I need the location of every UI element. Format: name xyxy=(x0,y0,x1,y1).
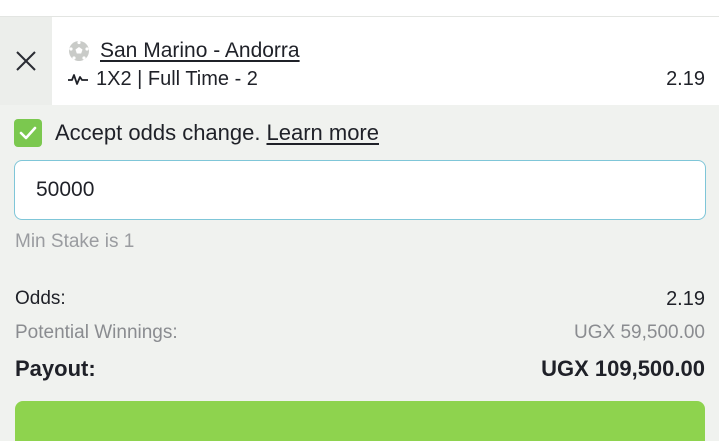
summary-winnings-label: Potential Winnings: xyxy=(15,322,178,343)
summary-payout-label: Payout: xyxy=(15,356,96,381)
match-line: San Marino - Andorra xyxy=(68,37,300,65)
betslip-top-strip xyxy=(0,0,719,17)
summary-winnings-row: Potential Winnings: UGX 59,500.00 xyxy=(15,320,705,346)
summary-odds-label: Odds: xyxy=(15,288,66,309)
close-icon xyxy=(16,51,36,71)
market-name: 1X2 | Full Time - 2 xyxy=(96,67,258,90)
football-icon xyxy=(69,40,89,61)
summary-odds-value: 2.19 xyxy=(666,287,705,310)
market-line: 1X2 | Full Time - 2 xyxy=(68,65,258,93)
remove-selection-button[interactable] xyxy=(0,17,52,105)
stake-input[interactable] xyxy=(14,160,706,220)
summary-payout-value: UGX 109,500.00 xyxy=(541,356,705,381)
selection-info: San Marino - Andorra 1X2 | Full Time - 2… xyxy=(52,17,719,105)
learn-more-link[interactable]: Learn more xyxy=(266,120,379,146)
min-stake-hint: Min Stake is 1 xyxy=(15,231,135,252)
match-name-link[interactable]: San Marino - Andorra xyxy=(100,39,300,63)
accept-odds-row: Accept odds change. Learn more xyxy=(14,118,379,148)
summary-payout-row: Payout: UGX 109,500.00 xyxy=(15,355,705,383)
selection-odds: 2.19 xyxy=(666,68,705,90)
accept-odds-checkbox[interactable] xyxy=(14,119,42,147)
bet-selection: San Marino - Andorra 1X2 | Full Time - 2… xyxy=(0,17,719,105)
place-bet-button[interactable] xyxy=(15,401,705,441)
summary-odds-row: Odds: 2.19 xyxy=(15,286,705,312)
pulse-icon xyxy=(68,74,88,85)
checkmark-icon xyxy=(19,126,37,140)
accept-odds-label: Accept odds change. xyxy=(55,120,261,145)
summary-winnings-value: UGX 59,500.00 xyxy=(574,322,705,343)
